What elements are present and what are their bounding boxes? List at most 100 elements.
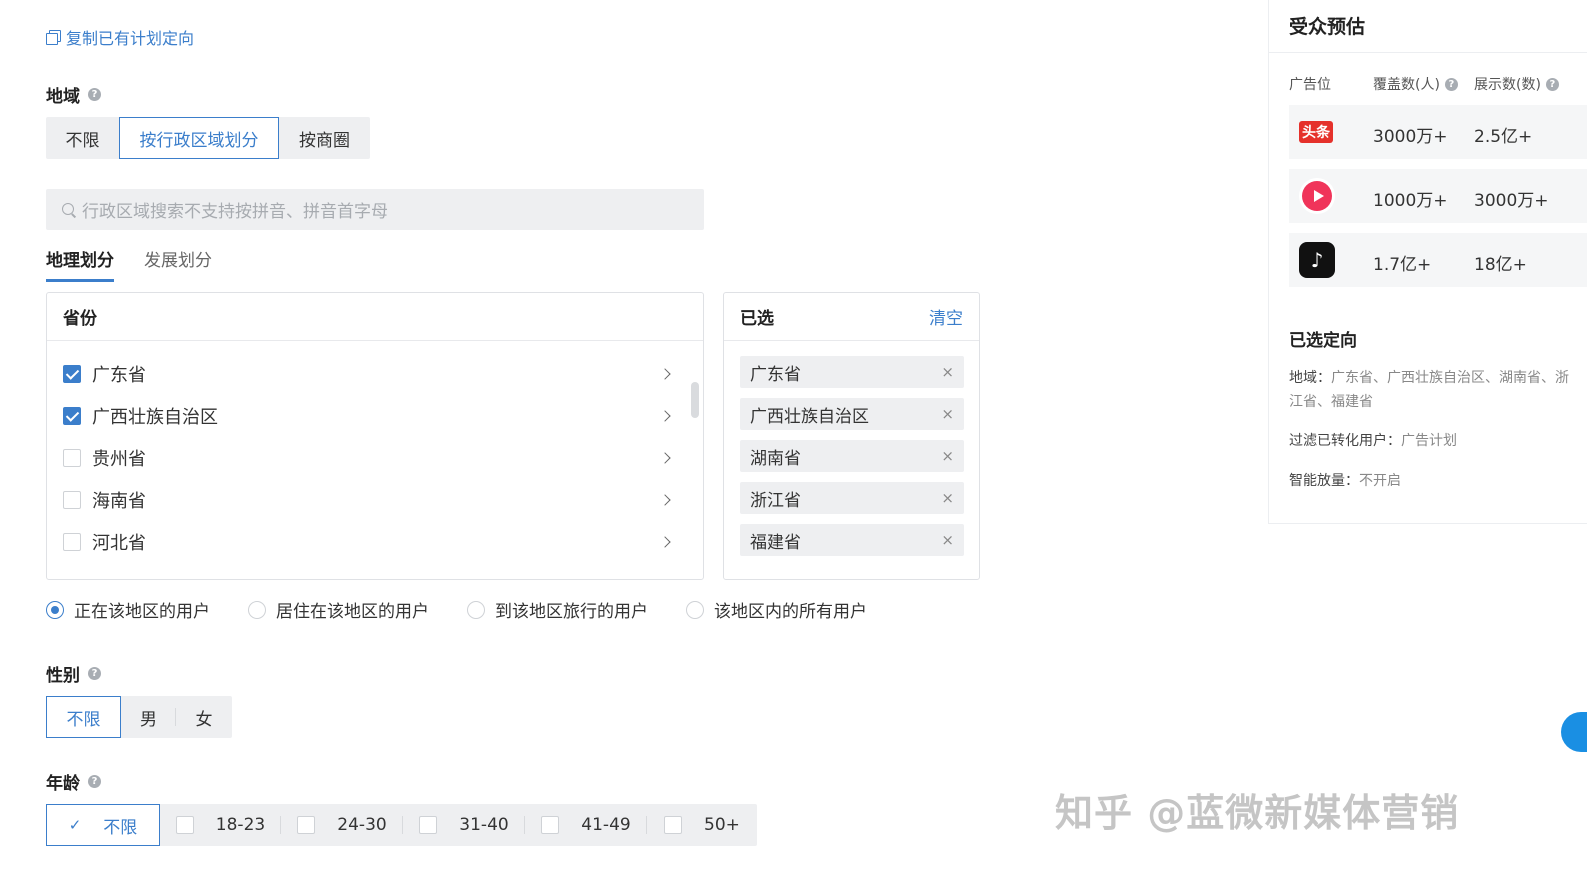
radio-button[interactable] <box>248 600 266 619</box>
search-icon <box>62 202 76 217</box>
chevron-right-icon[interactable] <box>659 452 671 464</box>
coverage-value: 1000万+ <box>1373 191 1448 211</box>
age-31-40[interactable]: 31-40 <box>403 804 525 846</box>
province-name: 河北省 <box>92 533 146 554</box>
region-title-text: 地域 <box>46 87 80 107</box>
region-mode-label: 不限 <box>65 130 100 151</box>
radio-button[interactable] <box>467 600 485 619</box>
province-name: 贵州省 <box>92 449 146 470</box>
audience-estimate-panel: 受众预估 广告位 覆盖数(人)? 展示数(数)? 头条 3000万+ 2.5亿+… <box>1268 0 1587 524</box>
close-icon[interactable]: × <box>941 405 954 423</box>
floating-help-button[interactable] <box>1561 712 1587 752</box>
age-title-text: 年龄 <box>46 774 80 794</box>
copy-existing-targeting-link[interactable]: 复制已有计划定向 <box>46 26 194 48</box>
placement-row: ♪ 1.7亿+ 18亿+ <box>1289 233 1587 287</box>
selected-header: 已选 清空 <box>724 293 979 341</box>
user-type-all[interactable]: 该地区内的所有用户 <box>686 597 867 622</box>
targeting-smart-label: 智能放量： <box>1289 473 1359 489</box>
gender-unlimited[interactable]: 不限 <box>46 696 121 738</box>
gender-label: 男 <box>140 709 157 730</box>
province-row[interactable]: 贵州省 <box>47 437 703 479</box>
chevron-right-icon[interactable] <box>659 536 671 548</box>
age-label: 31-40 <box>459 815 509 835</box>
help-icon[interactable]: ? <box>88 775 101 788</box>
age-18-23[interactable]: 18-23 <box>160 804 281 846</box>
gender-label: 女 <box>195 709 213 730</box>
radio-button[interactable] <box>686 600 704 619</box>
checkbox[interactable] <box>63 365 81 383</box>
radio-label: 到该地区旅行的用户 <box>495 602 648 622</box>
toutiao-icon: 头条 <box>1299 121 1333 143</box>
province-name: 广西壮族自治区 <box>92 407 218 428</box>
col-coverage-label: 覆盖数(人) <box>1373 77 1440 93</box>
checkbox[interactable] <box>297 816 316 834</box>
targeting-smart: 智能放量：不开启 <box>1289 469 1579 493</box>
province-header-label: 省份 <box>63 309 97 329</box>
selected-tag-list: 广东省 × 广西壮族自治区 × 湖南省 × 浙江省 × 福建省 × <box>724 341 979 556</box>
checkbox[interactable] <box>664 816 683 834</box>
help-icon[interactable]: ? <box>1545 77 1559 91</box>
clear-button[interactable]: 清空 <box>929 304 963 329</box>
radio-button[interactable] <box>46 600 64 619</box>
help-icon[interactable]: ? <box>88 667 101 680</box>
checkbox[interactable] <box>541 816 560 834</box>
chevron-right-icon[interactable] <box>659 368 671 380</box>
province-scrollbar[interactable] <box>691 382 699 418</box>
radio-label: 居住在该地区的用户 <box>276 602 429 622</box>
close-icon[interactable]: × <box>941 489 954 507</box>
radio-label: 该地区内的所有用户 <box>714 602 867 622</box>
age-unlimited[interactable]: ✓ 不限 <box>46 804 160 846</box>
user-type-traveler[interactable]: 到该地区旅行的用户 <box>467 597 648 622</box>
user-type-radio-group: 正在该地区的用户 居住在该地区的用户 到该地区旅行的用户 该地区内的所有用户 <box>46 597 905 622</box>
checkbox[interactable] <box>63 533 81 551</box>
user-type-resident[interactable]: 居住在该地区的用户 <box>248 597 429 622</box>
region-mode-unlimited[interactable]: 不限 <box>46 117 119 159</box>
tag-label: 广西壮族自治区 <box>750 406 869 427</box>
close-icon[interactable]: × <box>941 447 954 465</box>
tab-geographic[interactable]: 地理划分 <box>46 246 114 282</box>
help-icon[interactable]: ? <box>1444 77 1458 91</box>
tab-development[interactable]: 发展划分 <box>144 246 212 282</box>
user-type-current[interactable]: 正在该地区的用户 <box>46 597 210 622</box>
col-impressions: 展示数(数)? <box>1474 74 1559 94</box>
tag-label: 湖南省 <box>750 448 801 469</box>
province-row[interactable]: 广西壮族自治区 <box>47 395 703 437</box>
col-placement: 广告位 <box>1289 74 1331 94</box>
coverage-value: 1.7亿+ <box>1373 255 1432 275</box>
col-coverage: 覆盖数(人)? <box>1373 74 1458 94</box>
checkbox[interactable] <box>63 491 81 509</box>
region-search-input[interactable]: 行政区域搜索不支持按拼音、拼音首字母 <box>46 189 704 230</box>
age-41-49[interactable]: 41-49 <box>525 804 647 846</box>
age-24-30[interactable]: 24-30 <box>281 804 403 846</box>
checkbox[interactable] <box>63 449 81 467</box>
help-icon[interactable]: ? <box>88 88 101 101</box>
age-selector: ✓ 不限 18-23 24-30 31-40 41-49 50+ <box>46 804 757 846</box>
divider <box>1269 52 1587 53</box>
age-50-plus[interactable]: 50+ <box>647 804 757 846</box>
province-row[interactable]: 海南省 <box>47 479 703 521</box>
copy-link-label: 复制已有计划定向 <box>66 29 195 48</box>
chevron-right-icon[interactable] <box>659 410 671 422</box>
selected-tag: 广西壮族自治区 × <box>740 398 964 430</box>
province-row[interactable]: 河北省 <box>47 521 703 563</box>
targeting-filter: 过滤已转化用户：广告计划 <box>1289 429 1579 453</box>
checkbox[interactable] <box>63 407 81 425</box>
close-icon[interactable]: × <box>941 363 954 381</box>
region-mode-business-district[interactable]: 按商圈 <box>279 117 370 159</box>
gender-male[interactable]: 男 <box>121 696 176 738</box>
col-placement-label: 广告位 <box>1289 77 1331 93</box>
province-row[interactable]: 广东省 <box>47 353 703 395</box>
close-icon[interactable]: × <box>941 531 954 549</box>
checkbox[interactable] <box>175 816 194 834</box>
region-mode-administrative[interactable]: 按行政区域划分 <box>119 117 279 159</box>
chevron-right-icon[interactable] <box>659 494 671 506</box>
check-icon: ✓ <box>68 816 82 834</box>
tag-label: 广东省 <box>750 364 801 385</box>
tag-label: 浙江省 <box>750 490 801 511</box>
selected-tag: 浙江省 × <box>740 482 964 514</box>
radio-label: 正在该地区的用户 <box>74 602 210 622</box>
gender-title-text: 性别 <box>46 666 80 686</box>
age-label: 41-49 <box>581 815 631 835</box>
gender-female[interactable]: 女 <box>176 696 232 738</box>
checkbox[interactable] <box>419 816 438 834</box>
